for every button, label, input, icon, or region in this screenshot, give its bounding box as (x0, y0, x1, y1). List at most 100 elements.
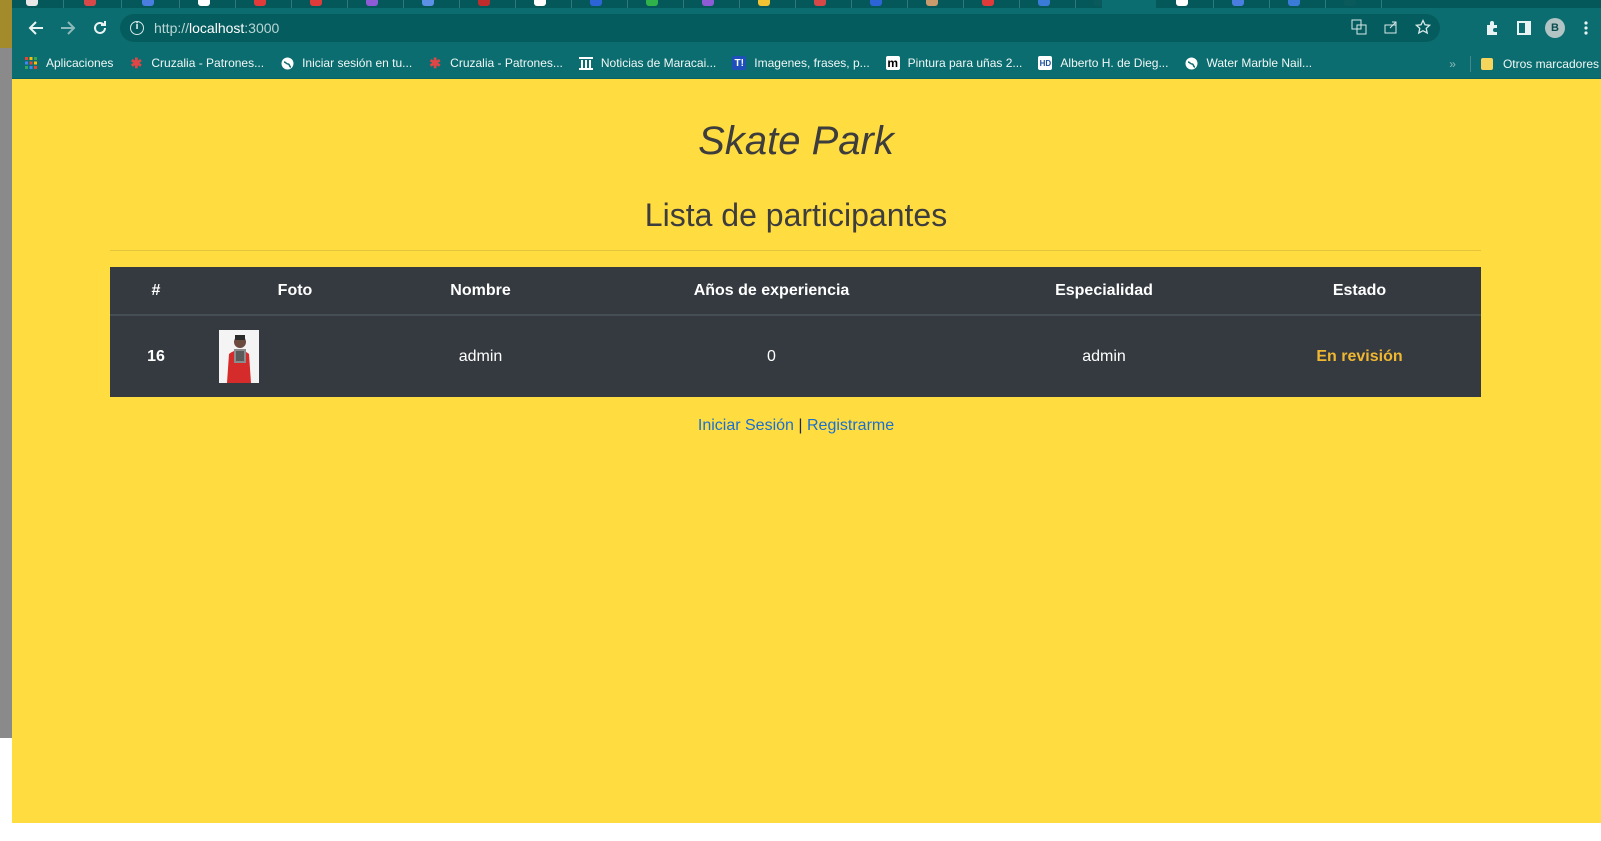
bookmark-label: Noticias de Maracai... (600, 56, 717, 70)
bookmark-label: Iniciar sesión en tu... (302, 56, 413, 70)
star-icon[interactable] (1414, 18, 1432, 36)
side-panel-icon[interactable] (1513, 14, 1535, 42)
column-header-especialidad: Especialidad (970, 267, 1238, 316)
link-separator: | (798, 417, 803, 434)
column-header-nombre: Nombre (388, 267, 573, 316)
tab[interactable] (1274, 0, 1326, 8)
tab[interactable] (296, 0, 348, 8)
bookmark-noticias[interactable]: Noticias de Maracai... (578, 56, 717, 70)
bookmark-cruzalia-2[interactable]: ✱ Cruzalia - Patrones... (428, 54, 563, 71)
status-badge: En revisión (1316, 347, 1403, 365)
column-header-foto: Foto (202, 267, 388, 316)
share-icon[interactable] (1382, 18, 1400, 36)
bookmark-label: Imagenes, frases, p... (754, 56, 870, 70)
tab[interactable] (12, 0, 64, 8)
m-icon: m (885, 56, 900, 70)
bookmark-imagenes[interactable]: T! Imagenes, frases, p... (732, 56, 870, 70)
profile-avatar[interactable]: B (1545, 18, 1565, 38)
cell-id: 16 (147, 347, 165, 365)
bookmark-label: Water Marble Nail... (1206, 56, 1313, 70)
back-button[interactable] (20, 12, 52, 44)
bookmark-label: Aplicaciones (46, 56, 114, 70)
bookmark-pintura[interactable]: m Pintura para uñas 2... (885, 56, 1023, 70)
participant-photo (219, 330, 259, 383)
column-header-experiencia: Años de experiencia (573, 267, 970, 316)
tab[interactable] (1162, 0, 1214, 8)
reload-button[interactable] (84, 12, 116, 44)
web-page: Skate Park Lista de participantes # Foto… (12, 79, 1601, 823)
browser-toolbar: i http://localhost:3000 B (12, 8, 1601, 48)
table-header-row: # Foto Nombre Años de experiencia Especi… (110, 267, 1481, 316)
cruzalia-icon: ✱ (130, 54, 143, 71)
folder-icon (1480, 57, 1493, 70)
bookmark-label: Otros marcadores (1502, 56, 1599, 71)
tab[interactable] (128, 0, 180, 8)
reload-icon (94, 21, 106, 34)
auth-links: Iniciar Sesión | Registrarme (12, 417, 1580, 435)
site-info-icon[interactable]: i (130, 21, 144, 35)
cruzalia-icon: ✱ (429, 54, 442, 71)
participants-table: # Foto Nombre Años de experiencia Especi… (110, 267, 1481, 397)
tab[interactable] (70, 0, 122, 8)
tab[interactable] (1218, 0, 1270, 8)
bookmarks-divider (1469, 55, 1471, 72)
tab[interactable] (912, 0, 964, 8)
login-link[interactable]: Iniciar Sesión (698, 417, 794, 434)
desktop-edge-top (0, 0, 12, 48)
site-title: Skate Park (698, 119, 894, 163)
tab[interactable] (520, 0, 572, 8)
bookmark-other-folder[interactable]: Otros marcadores (1480, 56, 1599, 71)
desktop-edge (0, 0, 12, 738)
bookmark-water-marble[interactable]: Water Marble Nail... (1184, 56, 1312, 70)
url-scheme: http:// (154, 20, 190, 36)
page-title: Lista de participantes (644, 197, 948, 233)
tab[interactable] (1330, 0, 1382, 8)
register-link[interactable]: Registrarme (807, 417, 894, 434)
bookmark-label: Cruzalia - Patrones... (450, 56, 563, 70)
tab[interactable] (632, 0, 684, 8)
tab[interactable] (744, 0, 796, 8)
bookmarks-bar: Aplicaciones ✱ Cruzalia - Patrones... In… (12, 48, 1601, 79)
arrow-left-icon (28, 21, 43, 35)
cell-foto (202, 315, 388, 397)
menu-dots-icon[interactable] (1575, 14, 1597, 42)
bookmark-iniciar-sesion[interactable]: Iniciar sesión en tu... (280, 56, 412, 70)
tab[interactable] (688, 0, 740, 8)
bookmark-cruzalia-1[interactable]: ✱ Cruzalia - Patrones... (129, 54, 265, 71)
cell-especialidad: admin (1082, 347, 1126, 365)
tab[interactable] (1024, 0, 1076, 8)
tab[interactable] (800, 0, 852, 8)
url-port: :3000 (244, 20, 280, 36)
column-header-estado: Estado (1238, 267, 1481, 316)
bookmark-label: Cruzalia - Patrones... (151, 56, 265, 70)
extensions-icon[interactable] (1481, 14, 1503, 42)
t-icon: T! (732, 56, 747, 70)
tab[interactable] (464, 0, 516, 8)
tab[interactable] (240, 0, 292, 8)
translate-icon[interactable] (1350, 18, 1368, 36)
bookmark-alberto[interactable]: HD Alberto H. de Dieg... (1038, 56, 1168, 70)
address-bar[interactable]: i http://localhost:3000 (120, 14, 1440, 42)
cell-experiencia: 0 (767, 347, 776, 365)
chevron-double-right-icon[interactable]: » (1449, 57, 1456, 71)
tab-strip (12, 0, 1601, 8)
bookmark-label: Pintura para uñas 2... (907, 56, 1023, 70)
tab[interactable] (968, 0, 1020, 8)
tab[interactable] (184, 0, 236, 8)
forward-button[interactable] (52, 12, 84, 44)
divider (110, 250, 1481, 251)
tab[interactable] (576, 0, 628, 8)
url-host: localhost (189, 20, 245, 36)
tab[interactable] (408, 0, 460, 8)
cell-nombre: admin (458, 347, 503, 365)
tab-active[interactable] (1102, 0, 1156, 8)
bookmark-apps[interactable]: Aplicaciones (24, 56, 113, 70)
tab[interactable] (856, 0, 908, 8)
arrow-right-icon (61, 21, 76, 35)
column-header-id: # (110, 267, 202, 316)
tab[interactable] (352, 0, 404, 8)
bookmark-label: Alberto H. de Dieg... (1060, 56, 1169, 70)
globe-icon (280, 56, 294, 70)
apps-grid-icon (24, 56, 38, 70)
hd-icon: HD (1038, 56, 1053, 70)
